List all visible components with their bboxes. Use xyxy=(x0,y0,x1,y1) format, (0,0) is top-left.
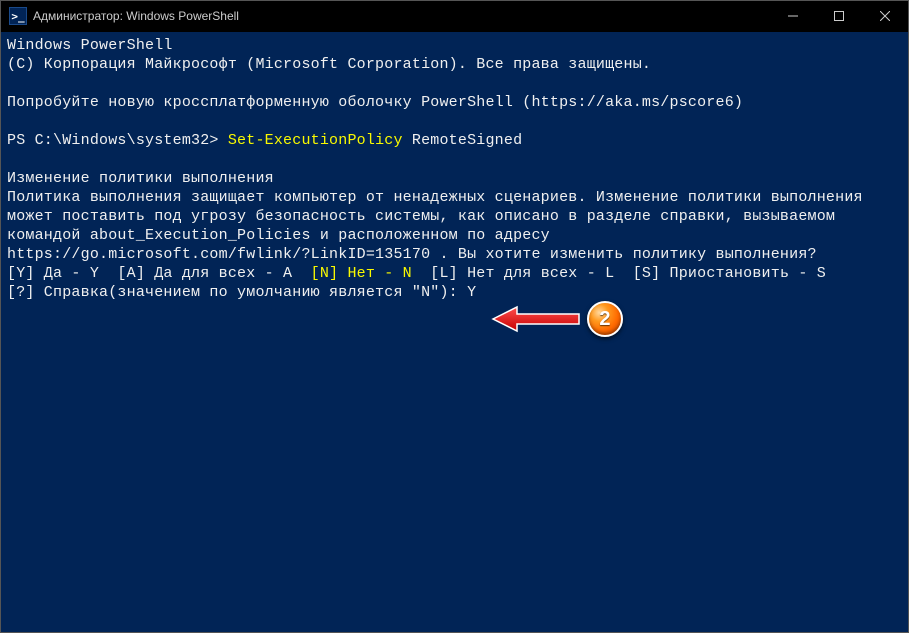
user-input: Y xyxy=(467,284,476,301)
option-suspend: [S] Приостановить - S xyxy=(633,265,826,282)
command-arg: RemoteSigned xyxy=(403,132,523,149)
option-yes: [Y] Да - Y xyxy=(7,265,117,282)
minimize-icon xyxy=(788,11,798,21)
option-no-all: [L] Нет для всех - L xyxy=(412,265,633,282)
section-body-4: https://go.microsoft.com/fwlink/?LinkID=… xyxy=(7,246,817,263)
annotation-overlay: 2 xyxy=(491,301,623,337)
minimize-button[interactable] xyxy=(770,1,816,31)
help-prompt: [?] Справка(значением по умолчанию являе… xyxy=(7,284,467,301)
titlebar[interactable]: >_ Администратор: Windows PowerShell xyxy=(1,1,908,31)
close-button[interactable] xyxy=(862,1,908,31)
window-title: Администратор: Windows PowerShell xyxy=(33,9,239,23)
step-badge: 2 xyxy=(587,301,623,337)
terminal-output[interactable]: Windows PowerShell (C) Корпорация Майкро… xyxy=(1,31,908,632)
section-body-3: командой about_Execution_Policies и расп… xyxy=(7,227,550,244)
command-name: Set-ExecutionPolicy xyxy=(228,132,403,149)
window-controls xyxy=(770,1,908,31)
step-number: 2 xyxy=(599,310,610,329)
section-body-1: Политика выполнения защищает компьютер о… xyxy=(7,189,863,206)
maximize-button[interactable] xyxy=(816,1,862,31)
option-no: [N] Нет - N xyxy=(311,265,412,282)
section-title: Изменение политики выполнения xyxy=(7,170,274,187)
section-body-2: может поставить под угрозу безопасность … xyxy=(7,208,835,225)
arrow-icon xyxy=(491,301,581,337)
ps-banner-line2: (C) Корпорация Майкрософт (Microsoft Cor… xyxy=(7,56,651,73)
powershell-window: >_ Администратор: Windows PowerShell Win… xyxy=(0,0,909,633)
app-icon: >_ xyxy=(9,7,27,25)
ps-try-message: Попробуйте новую кроссплатформенную обол… xyxy=(7,94,743,111)
maximize-icon xyxy=(834,11,844,21)
powershell-icon: >_ xyxy=(11,11,24,22)
option-all: [A] Да для всех - A xyxy=(117,265,310,282)
ps-banner-line1: Windows PowerShell xyxy=(7,37,173,54)
close-icon xyxy=(880,11,890,21)
prompt-prefix: PS C:\Windows\system32> xyxy=(7,132,228,149)
